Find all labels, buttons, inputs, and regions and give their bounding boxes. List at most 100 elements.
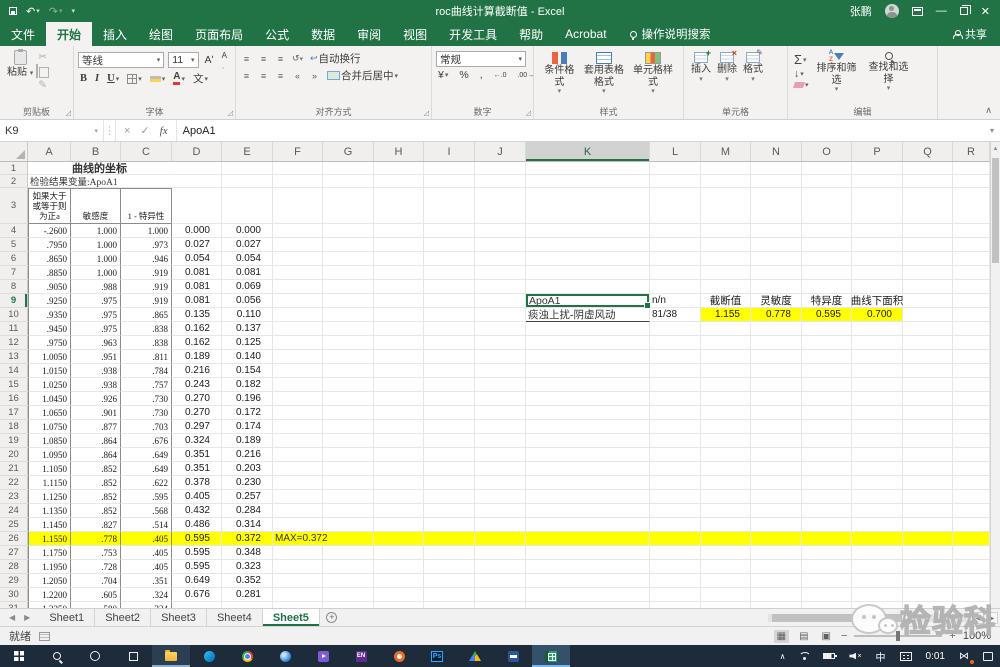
cell-M12[interactable] [701, 336, 751, 350]
cell-F22[interactable] [273, 476, 323, 490]
cell-C29[interactable]: .351 [121, 574, 172, 588]
cut-icon[interactable]: ✂ [36, 51, 49, 63]
cell-A12[interactable]: .9750 [28, 336, 71, 350]
cell-A11[interactable]: .9450 [28, 322, 71, 336]
cell-R3[interactable] [953, 188, 990, 224]
cell-M7[interactable] [701, 266, 751, 280]
taskbar-photoshop-icon[interactable]: Ps [418, 645, 456, 667]
cell-R5[interactable] [953, 238, 990, 252]
decrease-font-icon[interactable]: Aˌ [220, 51, 231, 69]
cell-Q29[interactable] [903, 574, 953, 588]
horizontal-scrollbar[interactable]: ◀ ▶ [768, 612, 998, 624]
cell-D19[interactable]: 0.324 [172, 434, 222, 448]
cell-P1[interactable] [852, 162, 903, 175]
cell-J5[interactable] [475, 238, 526, 252]
cell-A4[interactable]: -.2600 [28, 224, 71, 238]
row-header-6[interactable]: 6 [0, 252, 28, 266]
cell-P25[interactable] [852, 518, 903, 532]
taskbar-globe-icon[interactable] [266, 645, 304, 667]
cell-I24[interactable] [424, 504, 475, 518]
cell-K2[interactable] [526, 175, 650, 188]
cell-I1[interactable] [424, 162, 475, 175]
cell-G15[interactable] [323, 378, 374, 392]
cell-Q28[interactable] [903, 560, 953, 574]
scroll-up-icon[interactable]: ▲ [991, 142, 1000, 156]
cell-M17[interactable] [701, 406, 751, 420]
name-box[interactable]: K9▾ [0, 120, 104, 141]
cell-A14[interactable]: 1.0150 [28, 364, 71, 378]
cell-M25[interactable] [701, 518, 751, 532]
font-size-select[interactable]: 11▾ [168, 52, 198, 68]
insert-cells-button[interactable]: + 插入▾ [688, 52, 714, 84]
hscroll-left-icon[interactable]: ◀ [972, 612, 984, 624]
cell-N1[interactable] [751, 162, 802, 175]
row-header-30[interactable]: 30 [0, 588, 28, 602]
cell-C8[interactable]: .919 [121, 280, 172, 294]
cell-J24[interactable] [475, 504, 526, 518]
cell-C17[interactable]: .730 [121, 406, 172, 420]
cell-G10[interactable] [323, 308, 374, 322]
cell-C9[interactable]: .919 [121, 294, 172, 308]
ribbon-display-options-icon[interactable] [912, 7, 923, 16]
cell-L30[interactable] [650, 588, 701, 602]
taskbar-search-icon[interactable] [38, 645, 76, 667]
cell-J10[interactable] [475, 308, 526, 322]
cell-styles-button[interactable]: 单元格样式▾ [627, 52, 679, 96]
cell-A17[interactable]: 1.0650 [28, 406, 71, 420]
cell-N4[interactable] [751, 224, 802, 238]
cell-H6[interactable] [374, 252, 424, 266]
cell-J28[interactable] [475, 560, 526, 574]
cell-Q25[interactable] [903, 518, 953, 532]
cell-B26[interactable]: .778 [71, 532, 121, 546]
cell-Q22[interactable] [903, 476, 953, 490]
cell-P9[interactable]: 曲线下面积 [852, 294, 903, 308]
cell-Q4[interactable] [903, 224, 953, 238]
cell-L24[interactable] [650, 504, 701, 518]
cell-M9[interactable]: 截断值 [701, 294, 751, 308]
row-header-24[interactable]: 24 [0, 504, 28, 518]
cell-E26[interactable]: 0.372 [222, 532, 273, 546]
cell-K11[interactable] [526, 322, 650, 336]
taskbar-edge-icon[interactable] [190, 645, 228, 667]
cell-L6[interactable] [650, 252, 701, 266]
cell-P24[interactable] [852, 504, 903, 518]
cell-G7[interactable] [323, 266, 374, 280]
cell-F20[interactable] [273, 448, 323, 462]
cell-E23[interactable]: 0.257 [222, 490, 273, 504]
taskbar-blue-app-icon[interactable] [494, 645, 532, 667]
cell-N23[interactable] [751, 490, 802, 504]
fill-color-icon[interactable]: ▾ [148, 75, 168, 83]
cancel-entry-icon[interactable]: × [124, 125, 130, 137]
cell-D30[interactable]: 0.676 [172, 588, 222, 602]
row-header-22[interactable]: 22 [0, 476, 28, 490]
column-header-D[interactable]: D [172, 142, 222, 161]
cell-G14[interactable] [323, 364, 374, 378]
paste-button[interactable]: 粘贴 ▾ [4, 49, 36, 91]
cell-I29[interactable] [424, 574, 475, 588]
fill-icon[interactable]: ↓▾ [792, 68, 811, 80]
cell-B14[interactable]: .938 [71, 364, 121, 378]
number-format-select[interactable]: 常规▾ [436, 51, 526, 67]
row-header-23[interactable]: 23 [0, 490, 28, 504]
cell-J11[interactable] [475, 322, 526, 336]
cell-D24[interactable]: 0.432 [172, 504, 222, 518]
cell-F2[interactable] [273, 175, 323, 188]
cell-K29[interactable] [526, 574, 650, 588]
cell-H22[interactable] [374, 476, 424, 490]
cell-O18[interactable] [802, 420, 852, 434]
vertical-scroll-thumb[interactable] [992, 158, 999, 263]
cell-C22[interactable]: .622 [121, 476, 172, 490]
cell-O5[interactable] [802, 238, 852, 252]
cell-K26[interactable] [526, 532, 650, 546]
cell-K30[interactable] [526, 588, 650, 602]
cell-L8[interactable] [650, 280, 701, 294]
cell-D21[interactable]: 0.351 [172, 462, 222, 476]
cell-C19[interactable]: .676 [121, 434, 172, 448]
cell-G17[interactable] [323, 406, 374, 420]
cell-H23[interactable] [374, 490, 424, 504]
cell-F8[interactable] [273, 280, 323, 294]
cell-N9[interactable]: 灵敏度 [751, 294, 802, 308]
cell-B17[interactable]: .901 [71, 406, 121, 420]
row-header-3[interactable]: 3 [0, 188, 28, 224]
cell-L28[interactable] [650, 560, 701, 574]
